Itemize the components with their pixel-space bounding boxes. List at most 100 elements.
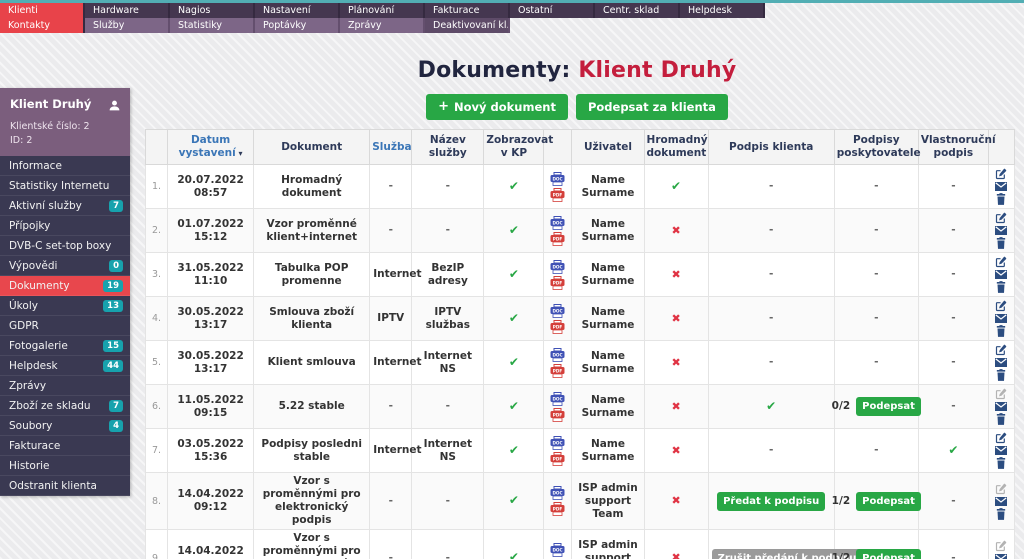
cell-client-signature: -	[707, 208, 835, 253]
nav-item-zpravy[interactable]: Zprávy	[340, 18, 425, 33]
cross-icon: ✖	[671, 355, 681, 369]
doc-download-icon[interactable]: DOC	[550, 303, 565, 318]
column-header-label: Dokument	[281, 140, 343, 153]
trash-icon[interactable]	[996, 325, 1006, 337]
sidebar-item-vypovedi[interactable]: Výpovědi 0	[0, 256, 130, 276]
cell-handwritten-signature: ✔	[917, 428, 989, 473]
sidebar-item-aktivni-sluzby[interactable]: Aktivní služby 7	[0, 196, 130, 216]
issue-date: 03.05.2022	[177, 437, 244, 450]
nav-item-sluzby[interactable]: Služby	[85, 18, 170, 33]
new-document-button[interactable]: + Nový dokument	[426, 94, 568, 120]
envelope-icon[interactable]	[995, 182, 1008, 191]
nav-item-fakturace[interactable]: Fakturace	[425, 3, 510, 18]
doc-download-icon[interactable]: DOC	[550, 215, 565, 230]
pdf-download-icon[interactable]: PDF	[550, 407, 565, 422]
cell-actions	[987, 296, 1016, 341]
edit-icon[interactable]	[995, 432, 1007, 444]
sidebar-item-zpravy[interactable]: Zprávy	[0, 376, 130, 396]
doc-download-icon[interactable]: DOC	[550, 435, 565, 450]
trash-icon[interactable]	[996, 281, 1006, 293]
sign-button[interactable]: Podepsat	[856, 491, 921, 511]
trash-icon[interactable]	[996, 193, 1006, 205]
envelope-icon[interactable]	[995, 553, 1008, 559]
nav-item-poptavky[interactable]: Poptávky	[255, 18, 340, 33]
cell-provider-signatures: -	[833, 252, 919, 297]
dash-value: -	[874, 224, 879, 236]
envelope-icon[interactable]	[995, 270, 1008, 279]
pdf-download-icon[interactable]: PDF	[550, 502, 565, 516]
edit-icon[interactable]	[995, 300, 1007, 312]
pdf-download-icon[interactable]: PDF	[550, 187, 565, 202]
trash-icon[interactable]	[996, 457, 1006, 469]
sidebar-item-dokumenty[interactable]: Dokumenty 19	[0, 276, 130, 296]
edit-icon[interactable]	[995, 212, 1007, 224]
pdf-download-icon[interactable]: PDF	[550, 363, 565, 378]
dash-value: -	[951, 224, 956, 236]
nav-item-klienti[interactable]: Klienti	[0, 3, 85, 18]
sidebar-item-fotogalerie[interactable]: Fotogalerie 15	[0, 336, 130, 356]
doc-download-icon[interactable]: DOC	[550, 391, 565, 406]
sign-button[interactable]: Podepsat	[856, 548, 921, 559]
sidebar-item-statistiky-internetu[interactable]: Statistiky Internetu	[0, 176, 130, 196]
nav-item-ostatni[interactable]: Ostatní	[510, 3, 595, 18]
nav-item-centr-sklad[interactable]: Centr. sklad	[595, 3, 680, 18]
nav-item-nastaveni[interactable]: Nastavení	[255, 3, 340, 18]
sidebar-item-odstranit-klienta[interactable]: Odstranit klienta	[0, 476, 130, 496]
trash-icon[interactable]	[996, 413, 1006, 425]
envelope-icon[interactable]	[995, 314, 1008, 323]
pdf-download-icon[interactable]: PDF	[550, 275, 565, 290]
dash-value: -	[768, 356, 774, 368]
sidebar-item-zbozi-ze-skladu[interactable]: Zboží ze skladu 7	[0, 396, 130, 416]
sidebar-item-pripojky[interactable]: Přípojky	[0, 216, 130, 236]
sign-for-client-button[interactable]: Podepsat za klienta	[575, 94, 728, 120]
doc-download-icon[interactable]: DOC	[550, 543, 565, 557]
nav-item-deaktivovani-kl[interactable]: Deaktivovaní kl..	[425, 18, 510, 33]
row-actions	[992, 432, 1011, 469]
sidebar-item-historie[interactable]: Historie	[0, 456, 130, 476]
doc-download-icon[interactable]: DOC	[550, 347, 565, 362]
cell-issue-date: 20.07.2022 08:57	[167, 164, 255, 209]
nav-item-nagios[interactable]: Nagios	[170, 3, 255, 18]
column-header-sluzba[interactable]: Služba	[369, 129, 413, 165]
check-icon: ✔	[508, 493, 519, 507]
envelope-icon[interactable]	[995, 496, 1008, 506]
trash-icon[interactable]	[996, 237, 1006, 249]
sidebar-item-dvb-c-set-top-boxy[interactable]: DVB-C set-top boxy	[0, 236, 130, 256]
nav-item-statistiky[interactable]: Statistiky	[170, 18, 255, 33]
column-header-datum-vystaveni[interactable]: Datum vystavení ▾	[167, 129, 255, 165]
envelope-icon[interactable]	[995, 402, 1008, 411]
sidebar-item-gdpr[interactable]: GDPR	[0, 316, 130, 336]
nav-item-helpdesk[interactable]: Helpdesk	[680, 3, 765, 18]
trash-icon[interactable]	[996, 507, 1006, 520]
cell-actions	[987, 384, 1016, 429]
dash-value: -	[874, 444, 879, 456]
pdf-download-icon[interactable]: PDF	[550, 451, 565, 466]
nav-item-hardware[interactable]: Hardware	[85, 3, 170, 18]
client-signature-button[interactable]: Předat k podpisu	[717, 491, 826, 511]
nav-item-planovani[interactable]: Plánování	[340, 3, 425, 18]
nav-item-kontakty[interactable]: Kontakty	[0, 18, 85, 33]
sign-button[interactable]: Podepsat	[856, 397, 921, 416]
pdf-download-icon[interactable]: PDF	[550, 231, 565, 246]
envelope-icon[interactable]	[995, 446, 1008, 455]
envelope-icon[interactable]	[995, 358, 1008, 367]
doc-download-icon[interactable]: DOC	[550, 259, 565, 274]
pdf-download-icon[interactable]: PDF	[550, 319, 565, 334]
sidebar-item-informace[interactable]: Informace	[0, 156, 130, 176]
doc-download-icon[interactable]: DOC	[550, 486, 565, 500]
trash-icon[interactable]	[996, 369, 1006, 381]
column-header-hromadny-dokument: Hromadný dokument	[643, 129, 709, 165]
edit-icon[interactable]	[995, 344, 1007, 356]
sidebar-item-ukoly[interactable]: Úkoly 13	[0, 296, 130, 316]
edit-icon[interactable]	[995, 168, 1007, 180]
cell-row-number: 5.	[144, 340, 169, 385]
sidebar-item-helpdesk[interactable]: Helpdesk 44	[0, 356, 130, 376]
column-header-index	[144, 129, 169, 165]
sidebar-item-soubory[interactable]: Soubory 4	[0, 416, 130, 436]
doc-download-icon[interactable]: DOC	[550, 171, 565, 186]
sidebar-item-fakturace[interactable]: Fakturace	[0, 436, 130, 456]
envelope-icon[interactable]	[995, 226, 1008, 235]
edit-icon[interactable]	[995, 256, 1007, 268]
sidebar-menu: Informace Statistiky Internetu Aktivní slu…	[0, 156, 130, 496]
file-links: DOC PDF	[547, 259, 568, 290]
